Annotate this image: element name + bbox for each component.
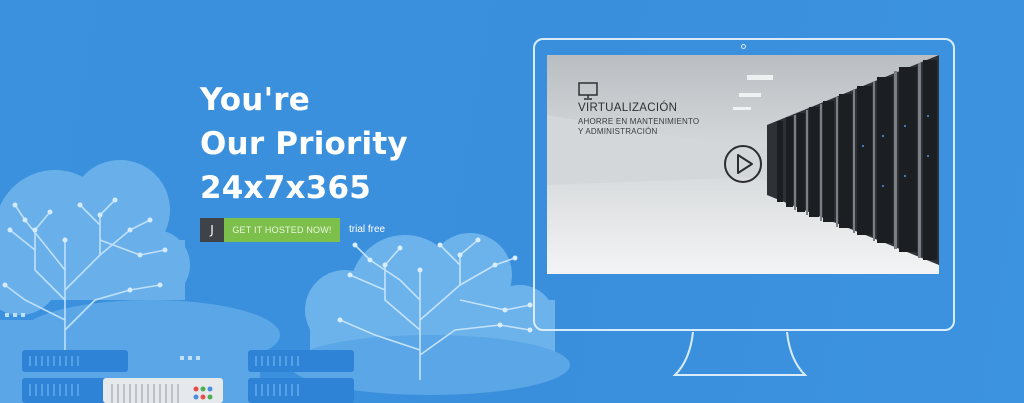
cta-icon: J [200,218,224,242]
screen-subtitle-line-1: AHORRE EN MANTENIMIENTO [578,117,700,126]
trial-free-link[interactable]: trial free [349,224,385,235]
left-cloud [0,160,190,315]
headline-line-3: 24x7x365 [200,170,372,206]
hero-headline: You're Our Priority 24x7x365 [200,78,408,210]
screen-title: VIRTUALIZACIÓN [578,102,678,114]
monitor-icon [578,82,598,100]
monitor-stand [672,331,808,376]
server-white [103,378,223,403]
monitor-camera [741,44,746,49]
screen-subtitle-line-2: Y ADMINISTRACIÓN [578,127,658,136]
play-icon[interactable] [723,144,763,184]
screen-subtitle: AHORRE EN MANTENIMIENTO Y ADMINISTRACIÓN [578,117,699,137]
hero-banner: You're Our Priority 24x7x365 J GET IT HO… [0,0,1024,403]
headline-line-1: You're [200,82,310,118]
cta-label: GET IT HOSTED NOW! [224,218,340,242]
headline-line-2: Our Priority [200,126,408,162]
get-hosted-button[interactable]: J GET IT HOSTED NOW! [200,218,340,242]
